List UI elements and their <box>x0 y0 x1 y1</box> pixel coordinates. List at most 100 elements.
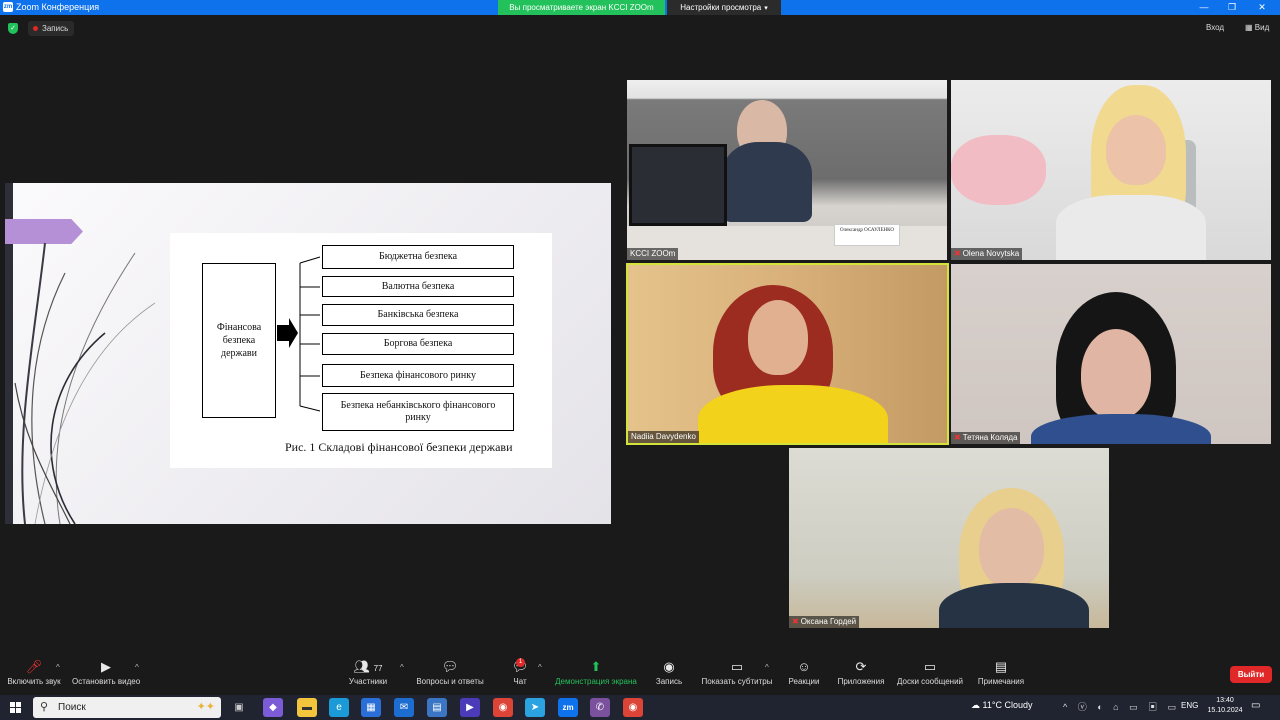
chevron-up-icon[interactable]: ^ <box>765 663 769 672</box>
video-tile[interactable]: ✖ Olena Novytska <box>951 80 1271 260</box>
participants-count: 77 <box>373 664 383 673</box>
search-highlight-icon: ✦✦ <box>196 701 215 713</box>
clock-time: 13:40 <box>1216 697 1234 704</box>
monitor <box>629 144 727 226</box>
clock-date: 15.10.2024 <box>1207 707 1243 714</box>
chevron-up-icon[interactable]: ^ <box>538 663 542 672</box>
participant-video <box>722 142 812 222</box>
task-view-icon[interactable]: ▣ <box>229 698 249 717</box>
view-button[interactable]: ▦ Вид <box>1245 23 1269 32</box>
copilot-icon[interactable]: ◆ <box>263 698 283 717</box>
zoom-logo-icon: zm <box>3 2 13 12</box>
component-box: Бюджетна безпека <box>322 245 514 269</box>
component-box: Безпека небанківського фінансового ринку <box>322 393 514 431</box>
notifications-icon[interactable]: ▭ <box>1251 700 1260 711</box>
participant-name: KCCI ZOOm <box>627 248 679 260</box>
minimize-icon[interactable]: — <box>1192 0 1216 15</box>
record-label: Запись <box>655 677 683 686</box>
chrome-profile-icon[interactable]: ◉ <box>623 698 643 717</box>
file-explorer-icon[interactable]: ▬ <box>297 698 317 717</box>
participant-name-text: Тетяна Коляда <box>962 433 1018 442</box>
leave-button[interactable]: Выйти <box>1230 666 1272 683</box>
participant-video <box>1056 195 1206 260</box>
slide-decor-lines <box>14 242 156 524</box>
participant-name: ✖ Оксана Гордей <box>789 616 860 628</box>
store-icon[interactable]: ▦ <box>361 698 381 717</box>
chevron-up-icon[interactable]: ^ <box>135 663 139 672</box>
diagram-figure: Фінансова безпека держави Бюджетна безпе… <box>170 233 552 468</box>
weather-label: 11°C Cloudy <box>982 700 1033 710</box>
mail-icon[interactable]: ✉ <box>394 698 414 717</box>
chat-button[interactable]: 💬︎1Чат <box>508 655 532 689</box>
participants-button[interactable]: 👥︎ 77 Участники <box>347 655 389 689</box>
record-dot-icon <box>33 26 38 31</box>
chevron-up-icon[interactable]: ^ <box>56 663 60 672</box>
video-tile-active-speaker[interactable]: Nadiia Davydenko <box>626 263 949 445</box>
telegram-icon[interactable]: ➤ <box>525 698 545 717</box>
grid-icon: ▦ <box>1245 23 1255 32</box>
calculator-icon[interactable]: ▤ <box>427 698 447 717</box>
main-concept-box: Фінансова безпека держави <box>202 263 276 418</box>
video-tile[interactable]: ✖ Оксана Гордей <box>789 448 1109 628</box>
security-shield-icon[interactable]: ✓ <box>8 23 18 34</box>
participants-icon: 👥︎ 77 <box>353 659 383 674</box>
whiteboards-button[interactable]: ▭ Доски сообщений <box>896 655 964 689</box>
chevron-down-icon: ▾ <box>764 5 768 12</box>
windows-start-icon[interactable] <box>10 702 21 713</box>
taskbar-search-input[interactable]: ⚲ Поиск ✦✦ <box>33 697 221 718</box>
stop-video-label: Остановить видео <box>72 677 141 686</box>
media-player-icon[interactable]: ▶ <box>460 698 480 717</box>
stop-video-button[interactable]: ▶︎ Остановить видео <box>72 655 140 689</box>
zoom-taskbar-icon[interactable]: zm <box>558 698 578 717</box>
close-icon[interactable]: ✕ <box>1250 0 1274 15</box>
chrome-icon[interactable]: ◉ <box>493 698 513 717</box>
camera-icon: ▶︎ <box>101 659 111 674</box>
system-tray-icons[interactable]: ^ ⓥ ◐ ⌂ ▭ ▣ ▭ <box>1063 700 1180 713</box>
video-tile[interactable]: Олександр ОСАУЛЕНКО KCCI ZOOm <box>627 80 947 260</box>
participant-video <box>1081 329 1151 419</box>
notes-button[interactable]: ▤ Примечания <box>977 655 1025 689</box>
apps-button[interactable]: ⟳ Приложения <box>836 655 886 689</box>
whiteboards-label: Доски сообщений <box>896 677 963 686</box>
chat-badge: 1 <box>516 658 525 667</box>
qa-button[interactable]: 💬︎ Вопросы и ответы <box>416 655 484 689</box>
view-settings-button[interactable]: Настройки просмотра ▾ <box>667 0 781 15</box>
qa-label: Вопросы и ответы <box>416 677 484 686</box>
captions-icon: ▭ <box>730 659 744 674</box>
reactions-button[interactable]: ☺︎ Реакции <box>787 655 821 689</box>
chat-label: Чат <box>513 677 527 686</box>
participant-name-text: Оксана Гордей <box>800 617 857 626</box>
exit-fullscreen-button[interactable]: Вход <box>1206 23 1224 32</box>
qa-icon: 💬︎ <box>441 659 459 674</box>
window-title: Zoom Конференция <box>16 2 100 12</box>
recording-label: Запись <box>42 24 69 33</box>
figure-caption: Рис. 1 Складові фінансової безпеки держа… <box>285 440 513 454</box>
notes-icon: ▤ <box>994 659 1008 674</box>
recording-badge[interactable]: Запись <box>28 21 74 36</box>
mic-muted-icon: 🎤︎ <box>25 659 43 674</box>
captions-button[interactable]: ▭ Показать субтитры <box>701 655 773 689</box>
video-tile[interactable]: ✖ Тетяна Коляда <box>951 264 1271 444</box>
record-icon: ◉ <box>663 659 675 674</box>
participant-name: ✖ Olena Novytska <box>951 248 1023 260</box>
reactions-label: Реакции <box>788 677 820 686</box>
language-indicator[interactable]: ENG <box>1181 701 1198 710</box>
share-screen-button[interactable]: ⬆︎ Демонстрация экрана <box>554 655 638 689</box>
edge-icon[interactable]: e <box>329 698 349 717</box>
taskbar-clock[interactable]: 13:40 15.10.2024 <box>1200 696 1250 716</box>
participant-name-text: KCCI ZOOm <box>630 249 676 258</box>
participant-video <box>979 508 1044 588</box>
viber-icon[interactable]: ✆ <box>590 698 610 717</box>
flowers <box>951 135 1046 205</box>
participant-name: Nadiia Davydenko <box>628 431 699 443</box>
shared-screen-slide: Фінансова безпека держави Бюджетна безпе… <box>5 183 611 524</box>
restore-icon[interactable]: ❐ <box>1220 0 1244 15</box>
unmute-button[interactable]: 🎤︎ Включить звук <box>5 655 63 689</box>
participant-video <box>698 385 888 443</box>
component-box: Валютна безпека <box>322 276 514 297</box>
record-button[interactable]: ◉ Запись <box>654 655 684 689</box>
view-label: Вид <box>1254 23 1270 32</box>
chevron-up-icon[interactable]: ^ <box>400 663 404 672</box>
nameplate: Олександр ОСАУЛЕНКО <box>834 224 900 246</box>
weather-widget[interactable]: ☁ 11°C Cloudy <box>971 700 1032 711</box>
